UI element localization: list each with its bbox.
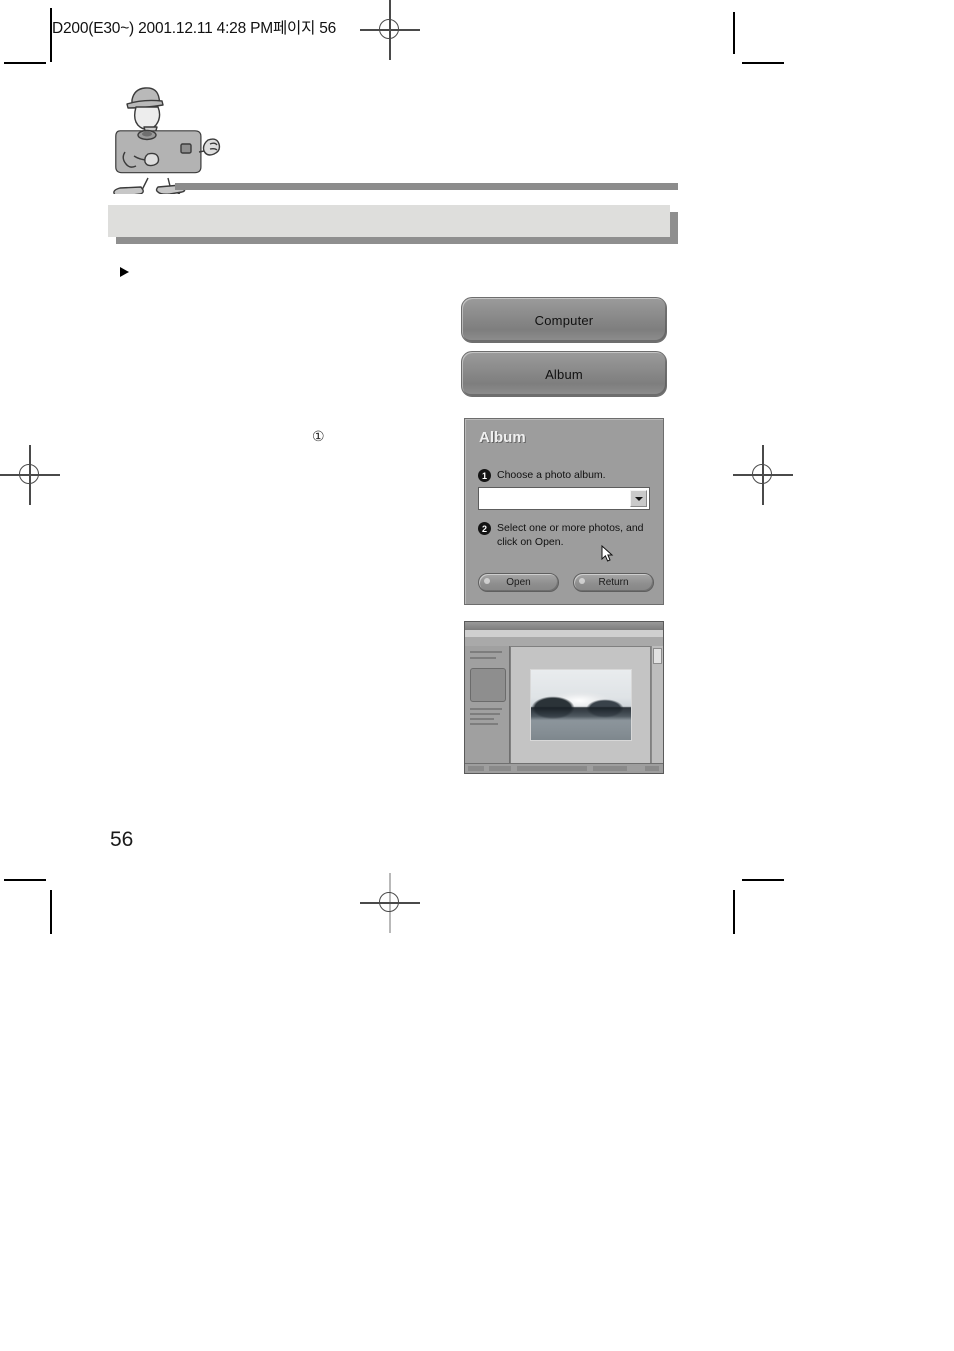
crop-mark-bottom-right-vertical	[733, 890, 735, 934]
camera-mascot-icon	[96, 82, 221, 197]
step-2-text: Select one or more photos, and click on …	[497, 522, 644, 549]
registration-mark-bottom	[360, 873, 420, 933]
mouse-pointer-icon	[601, 544, 615, 563]
registration-mark-circle	[19, 464, 39, 484]
header-rule	[175, 183, 678, 190]
tab-computer[interactable]: Computer	[461, 297, 667, 343]
sidebar-line	[470, 651, 502, 653]
sidebar-line	[470, 718, 494, 720]
landscape-photo-thumbnail	[529, 669, 632, 741]
section-title-band	[108, 205, 670, 237]
crop-mark-bottom-left-vertical	[50, 890, 52, 934]
app-screenshot-sidebar	[465, 646, 510, 764]
app-screenshot	[464, 621, 664, 774]
return-button-label: Return	[598, 577, 629, 588]
statusbar-segment	[593, 766, 627, 771]
statusbar-segment	[645, 766, 659, 771]
step-1-text: Choose a photo album.	[497, 469, 606, 481]
app-screenshot-menubar	[465, 630, 663, 637]
open-button-label: Open	[506, 577, 531, 588]
album-dialog-actions: Open Return	[478, 573, 654, 592]
crop-mark-top-right-vertical	[733, 12, 735, 54]
triangle-bullet-icon	[120, 267, 129, 277]
album-step-1: 1 Choose a photo album.	[478, 468, 656, 482]
return-button[interactable]: Return	[573, 573, 654, 592]
sidebar-line	[470, 657, 496, 659]
app-screenshot-titlebar	[465, 622, 663, 630]
statusbar-segment	[489, 766, 511, 771]
sidebar-line	[470, 713, 500, 715]
statusbar-segment	[468, 766, 484, 771]
chevron-down-icon[interactable]	[630, 490, 647, 507]
photo-album-select[interactable]	[478, 487, 650, 510]
registration-mark-top	[360, 0, 420, 60]
app-screenshot-canvas	[510, 646, 651, 764]
sidebar-button-group	[470, 668, 506, 702]
statusbar-segment	[517, 766, 587, 771]
crop-mark-bottom-right-horizontal	[742, 879, 784, 881]
registration-mark-circle	[379, 19, 399, 39]
crop-mark-top-right-horizontal	[742, 62, 784, 64]
registration-mark-circle	[379, 892, 399, 912]
open-button[interactable]: Open	[478, 573, 559, 592]
step-marker-one: ①	[312, 428, 325, 444]
album-dialog-title: Album	[479, 429, 526, 446]
app-screenshot-toolbar	[465, 637, 663, 646]
tab-computer-label: Computer	[534, 312, 594, 328]
app-screenshot-vertical-scrollbar[interactable]	[651, 646, 663, 764]
step-1-badge: 1	[478, 469, 491, 482]
registration-mark-circle	[752, 464, 772, 484]
scrollbar-thumb[interactable]	[653, 648, 662, 664]
registration-mark-left	[0, 445, 60, 505]
registration-mark-right	[733, 445, 793, 505]
mode-tab-stack: Computer Album	[461, 297, 667, 405]
tab-album[interactable]: Album	[461, 351, 667, 397]
album-dialog: Album 1 Choose a photo album. 2 Select o…	[464, 418, 664, 605]
sidebar-line	[470, 723, 498, 725]
sidebar-line	[470, 708, 502, 710]
crop-mark-top-left-horizontal	[4, 62, 46, 64]
app-screenshot-statusbar	[465, 763, 663, 773]
body-bullet-row	[120, 264, 138, 277]
tab-album-label: Album	[545, 366, 583, 382]
crop-mark-bottom-left-horizontal	[4, 879, 46, 881]
photo-album-select-value	[479, 488, 630, 509]
prepress-slug-line: D200(E30~) 2001.12.11 4:28 PM페이지 56	[52, 20, 337, 37]
page-number: 56	[110, 828, 134, 851]
album-step-2: 2 Select one or more photos, and click o…	[478, 521, 660, 549]
step-2-badge: 2	[478, 522, 491, 535]
